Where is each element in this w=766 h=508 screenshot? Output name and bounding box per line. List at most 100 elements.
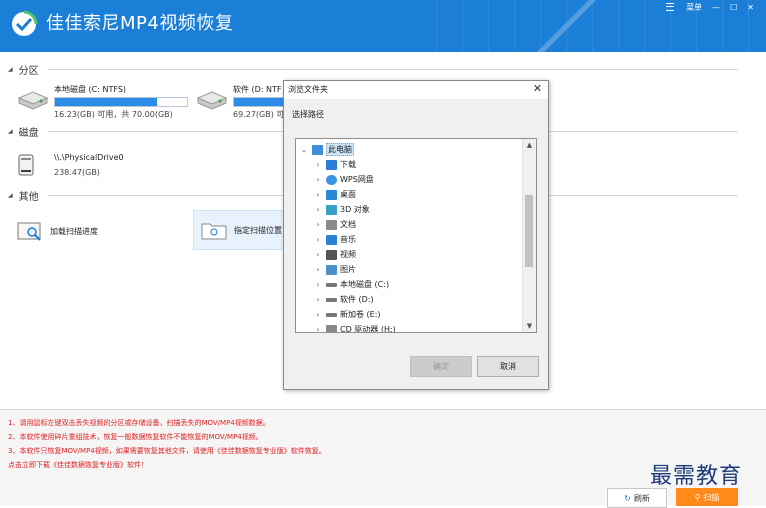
tree-item[interactable]: › 音乐: [314, 232, 356, 247]
section-disk-label: 磁盘: [18, 128, 39, 139]
hard-drive-icon: [17, 91, 49, 110]
folder-tree[interactable]: ⌄ 此电脑 › 下载 › WPS网盘 › 桌面 › 3D 对象 › 文档 › 音乐 › 视频 › 图片 › 本地磁盘 …: [295, 138, 537, 333]
dialog-close-button[interactable]: ✕: [533, 82, 542, 95]
partition-usage-bar: [233, 97, 285, 107]
tree-item[interactable]: › CD 驱动器 (H:): [314, 322, 396, 333]
tree-item-label: 文档: [340, 220, 356, 229]
collapse-triangle-icon: ◢: [8, 192, 13, 199]
cancel-button[interactable]: 取消: [477, 356, 539, 377]
instructions: 1、请用鼠标左键双击丢失视频的分区或存储设备，扫描丢失的MOV/MP4视频数据。…: [8, 416, 326, 472]
tree-item[interactable]: › 图片: [314, 262, 356, 277]
instruction-line: 1、请用鼠标左键双击丢失视频的分区或存储设备，扫描丢失的MOV/MP4视频数据。: [8, 419, 270, 427]
ok-button[interactable]: 确定: [410, 356, 472, 377]
scroll-thumb[interactable]: [525, 195, 533, 267]
tree-item[interactable]: › 软件 (D:): [314, 292, 374, 307]
chevron-right-icon[interactable]: ›: [314, 220, 322, 229]
partition-usage-fill: [234, 98, 285, 106]
chevron-right-icon[interactable]: ›: [314, 280, 322, 289]
partition-name: 软件 (D: NTF: [233, 85, 282, 94]
tree-item-label: 桌面: [340, 190, 356, 199]
tree-item-label: 图片: [340, 265, 356, 274]
drive-icon: [326, 282, 337, 287]
scroll-down-icon[interactable]: ▼: [523, 320, 536, 332]
close-button[interactable]: ✕: [747, 3, 754, 12]
folder-target-icon: [201, 223, 227, 240]
load-progress-icon: [17, 222, 41, 241]
chevron-right-icon[interactable]: ›: [314, 205, 322, 214]
tree-item[interactable]: ⌄ 此电脑: [300, 142, 354, 157]
section-disk[interactable]: ◢ 磁盘: [8, 124, 39, 139]
window-controls: 菜单 — ☐ ✕: [646, 0, 754, 14]
tree-item-label: 软件 (D:): [340, 295, 374, 304]
tree-item-label: 3D 对象: [340, 205, 370, 214]
footer-divider: [0, 409, 766, 410]
maximize-button[interactable]: ☐: [730, 3, 737, 12]
computer-icon: [312, 144, 323, 155]
browse-folder-dialog: 浏览文件夹 ✕ 选择路径 ⌄ 此电脑 › 下载 › WPS网盘 › 桌面 › 3D 对象 › 文档 › 音…: [283, 80, 549, 390]
tree-item[interactable]: › 视频: [314, 247, 356, 262]
tree-item-label: CD 驱动器 (H:): [340, 325, 396, 333]
cd-drive-icon: [326, 324, 337, 332]
section-other[interactable]: ◢ 其他: [8, 188, 39, 203]
menu-label: 菜单: [686, 2, 703, 12]
partition-name: 本地磁盘 (C: NTFS): [54, 85, 127, 94]
chevron-right-icon[interactable]: ›: [314, 190, 322, 199]
partition-usage-bar: [54, 97, 188, 107]
specify-scan-location-label: 指定扫描位置: [234, 225, 282, 235]
tree-item-label: 新加卷 (E:): [340, 310, 381, 319]
tree-item-label: 视频: [340, 250, 356, 259]
cloud-icon: [326, 174, 337, 185]
search-icon: ⚲: [694, 492, 701, 502]
dialog-title: 浏览文件夹: [288, 85, 328, 94]
chevron-down-icon[interactable]: ⌄: [300, 145, 308, 154]
load-scan-progress-tile[interactable]: 加载扫描进度: [10, 214, 170, 248]
app-title: 佳佳索尼MP4视频恢复: [46, 13, 234, 34]
download-link[interactable]: 点击立即下载《佳佳数据恢复专业版》软件！: [8, 458, 326, 472]
disk-name: \\.\PhysicalDrive0: [54, 153, 124, 162]
disk-icon: [18, 154, 34, 176]
video-icon: [326, 249, 337, 260]
documents-icon: [326, 219, 337, 230]
physical-disk-0[interactable]: \\.\PhysicalDrive0 238.47(GB): [16, 153, 196, 183]
tree-item-label: WPS网盘: [340, 175, 374, 184]
tree-item[interactable]: › 文档: [314, 217, 356, 232]
scan-button[interactable]: ⚲ 扫描: [676, 488, 738, 506]
minimize-button[interactable]: —: [712, 3, 720, 12]
section-other-label: 其他: [18, 192, 39, 203]
partition-c[interactable]: 本地磁盘 (C: NTFS) 16.23(GB) 可用，共 70.00(GB): [16, 84, 196, 120]
chevron-right-icon[interactable]: ›: [314, 160, 322, 169]
drive-icon: [326, 312, 337, 317]
chevron-right-icon[interactable]: ›: [314, 250, 322, 259]
download-folder-icon: [326, 159, 337, 170]
menu-button[interactable]: 菜单: [656, 2, 702, 13]
tree-scrollbar[interactable]: ▲ ▼: [522, 139, 536, 332]
tree-item[interactable]: › WPS网盘: [314, 172, 374, 187]
chevron-right-icon[interactable]: ›: [314, 325, 322, 332]
tree-item-label: 音乐: [340, 235, 356, 244]
tree-item[interactable]: › 新加卷 (E:): [314, 307, 381, 322]
tree-item[interactable]: › 3D 对象: [314, 202, 370, 217]
section-partition[interactable]: ◢ 分区: [8, 62, 39, 77]
load-scan-progress-label: 加载扫描进度: [50, 226, 98, 236]
scroll-up-icon[interactable]: ▲: [523, 139, 536, 151]
tree-item[interactable]: › 下载: [314, 157, 356, 172]
specify-scan-location-tile[interactable]: 指定扫描位置: [193, 210, 290, 250]
refresh-button[interactable]: ↻ 刷新: [607, 488, 667, 508]
pictures-icon: [326, 264, 337, 275]
tree-item[interactable]: › 本地磁盘 (C:): [314, 277, 389, 292]
menu-icon: [666, 3, 675, 11]
dialog-prompt: 选择路径: [292, 110, 324, 119]
refresh-icon: ↻: [624, 493, 631, 503]
chevron-right-icon[interactable]: ›: [314, 310, 322, 319]
chevron-right-icon[interactable]: ›: [314, 265, 322, 274]
chevron-right-icon[interactable]: ›: [314, 175, 322, 184]
partition-d[interactable]: 软件 (D: NTF 69.27(GB) 可用: [195, 84, 285, 120]
music-icon: [326, 234, 337, 245]
tree-item[interactable]: › 桌面: [314, 187, 356, 202]
chevron-right-icon[interactable]: ›: [314, 235, 322, 244]
tree-item-label: 下载: [340, 160, 356, 169]
instruction-line: 2、本软件使用碎片重组技术，恢复一般数据恢复软件不能恢复的MOV/MP4视频。: [8, 433, 263, 441]
dialog-titlebar[interactable]: 浏览文件夹 ✕: [284, 81, 548, 99]
partition-info: 16.23(GB) 可用，共 70.00(GB): [54, 110, 173, 119]
chevron-right-icon[interactable]: ›: [314, 295, 322, 304]
